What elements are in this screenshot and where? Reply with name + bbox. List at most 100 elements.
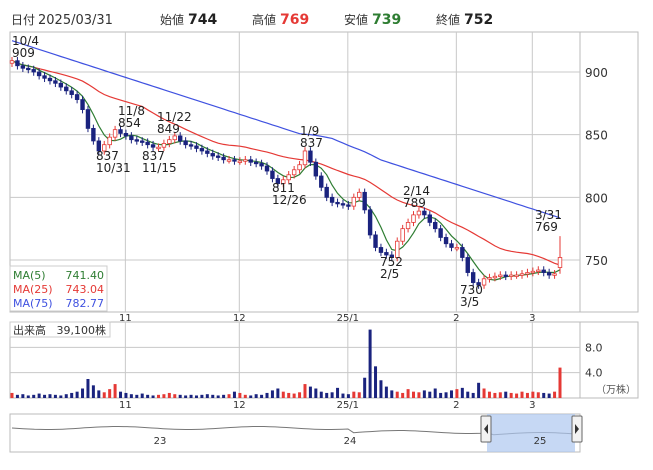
volume-bar-91	[504, 391, 508, 398]
high-value: 769	[280, 12, 309, 28]
volume-bar-34	[194, 395, 198, 398]
volume-bar-57	[319, 391, 323, 398]
annotation-3-line2: 10/31	[96, 161, 131, 175]
volume-bar-24	[140, 393, 144, 398]
candle-body-53	[297, 164, 302, 171]
volume-bar-9	[59, 395, 63, 398]
annotation-8-line2: 2/5	[380, 267, 399, 281]
volume-bar-70	[390, 390, 394, 398]
candle-body-15	[91, 127, 96, 142]
candle-body-44	[248, 159, 253, 163]
candle-body-91	[503, 274, 508, 277]
volume-bar-29	[167, 392, 171, 398]
candle-body-13	[80, 99, 85, 111]
candle-body-94	[519, 273, 525, 276]
ma75-value: 782.77	[66, 297, 105, 310]
volume-bar-41	[232, 391, 236, 398]
volume-bar-67	[374, 366, 378, 398]
candle-body-19	[112, 129, 118, 138]
candle-body-80	[443, 237, 449, 245]
volume-bar-38	[216, 395, 220, 398]
candle-body-41	[232, 159, 237, 162]
candle-body-88	[487, 277, 492, 280]
volume-bar-81	[449, 390, 453, 398]
volume-bar-1	[15, 394, 19, 398]
candle-body-22	[129, 135, 134, 141]
candle-body-9	[58, 82, 64, 88]
candle-body-95	[525, 272, 530, 275]
volume-bar-60	[336, 387, 340, 398]
volume-bar-23	[135, 394, 139, 398]
annotation-4-line2: 11/15	[142, 161, 177, 175]
candle-body-81	[449, 243, 454, 248]
volume-bar-71	[395, 391, 399, 398]
volume-bar-45	[254, 394, 258, 398]
volume-bar-26	[151, 395, 155, 398]
candle-body-21	[123, 133, 129, 137]
candle-body-63	[351, 196, 357, 207]
range-navigator[interactable]: 23 24 25	[9, 413, 583, 453]
volume-bar-76	[422, 390, 426, 398]
candle-body-34	[194, 145, 199, 149]
candle-body-99	[546, 272, 552, 276]
candle-body-73	[405, 221, 411, 230]
candle-body-45	[253, 161, 259, 165]
candle-body-43	[243, 159, 248, 162]
candle-body-82	[454, 247, 460, 250]
volume-bar-56	[314, 388, 318, 398]
annotation-10-line2: 769	[535, 220, 558, 234]
candle-body-33	[188, 144, 194, 147]
candle-body-7	[47, 77, 53, 82]
volume-bar-15	[91, 385, 95, 398]
candle-body-14	[85, 109, 91, 129]
volume-bar-89	[493, 392, 497, 398]
volume-bar-88	[487, 391, 491, 398]
candle-body-23	[134, 139, 139, 142]
candle-body-28	[161, 143, 167, 148]
volume-bar-30	[173, 394, 177, 398]
navigator-selected-range[interactable]	[487, 414, 575, 452]
candle-body-65	[362, 191, 367, 211]
volume-bar-63	[352, 391, 356, 398]
candle-body-93	[514, 274, 519, 277]
candle-body-68	[378, 247, 384, 253]
candle-body-20	[118, 129, 123, 134]
candle-body-46	[259, 163, 264, 167]
volume-bar-75	[417, 392, 421, 398]
volume-bar-31	[178, 394, 182, 398]
volume-bars	[10, 329, 562, 398]
volume-bar-3	[26, 395, 30, 398]
volume-bar-98	[542, 392, 546, 398]
annotation-2-line2: 849	[157, 122, 180, 136]
volume-bar-25	[146, 394, 150, 398]
volume-bar-52	[292, 393, 296, 398]
volume-bar-96	[531, 391, 535, 398]
ma5-label: MA(5)	[13, 269, 46, 282]
candle-body-31	[177, 135, 183, 142]
volume-bar-86	[477, 382, 481, 398]
navigator-label-24: 24	[344, 436, 357, 447]
volume-bar-36	[205, 394, 209, 398]
x-label-bottom-12: 12	[233, 400, 246, 411]
candle-body-39	[221, 156, 226, 161]
candle-body-85	[470, 272, 476, 283]
volume-bar-42	[238, 392, 242, 398]
candle-body-11	[69, 90, 74, 95]
ma5-line	[11, 60, 561, 281]
candle-body-100	[552, 273, 557, 276]
candle-body-75	[416, 210, 422, 216]
candle-body-35	[199, 148, 205, 152]
volume-bar-17	[102, 392, 106, 398]
price-tick-800: 800	[585, 191, 608, 205]
candle-body-38	[215, 155, 221, 158]
volume-bar-33	[189, 394, 193, 398]
candle-body-24	[140, 140, 145, 143]
price-tick-850: 850	[585, 129, 608, 143]
candle-body-61	[340, 203, 346, 206]
volume-bar-39	[222, 394, 226, 398]
date-label: 日付	[11, 13, 35, 27]
candle-body-40	[226, 159, 232, 162]
volume-bar-4	[32, 394, 36, 398]
candle-body-29	[167, 139, 172, 144]
candle-body-66	[367, 209, 373, 236]
